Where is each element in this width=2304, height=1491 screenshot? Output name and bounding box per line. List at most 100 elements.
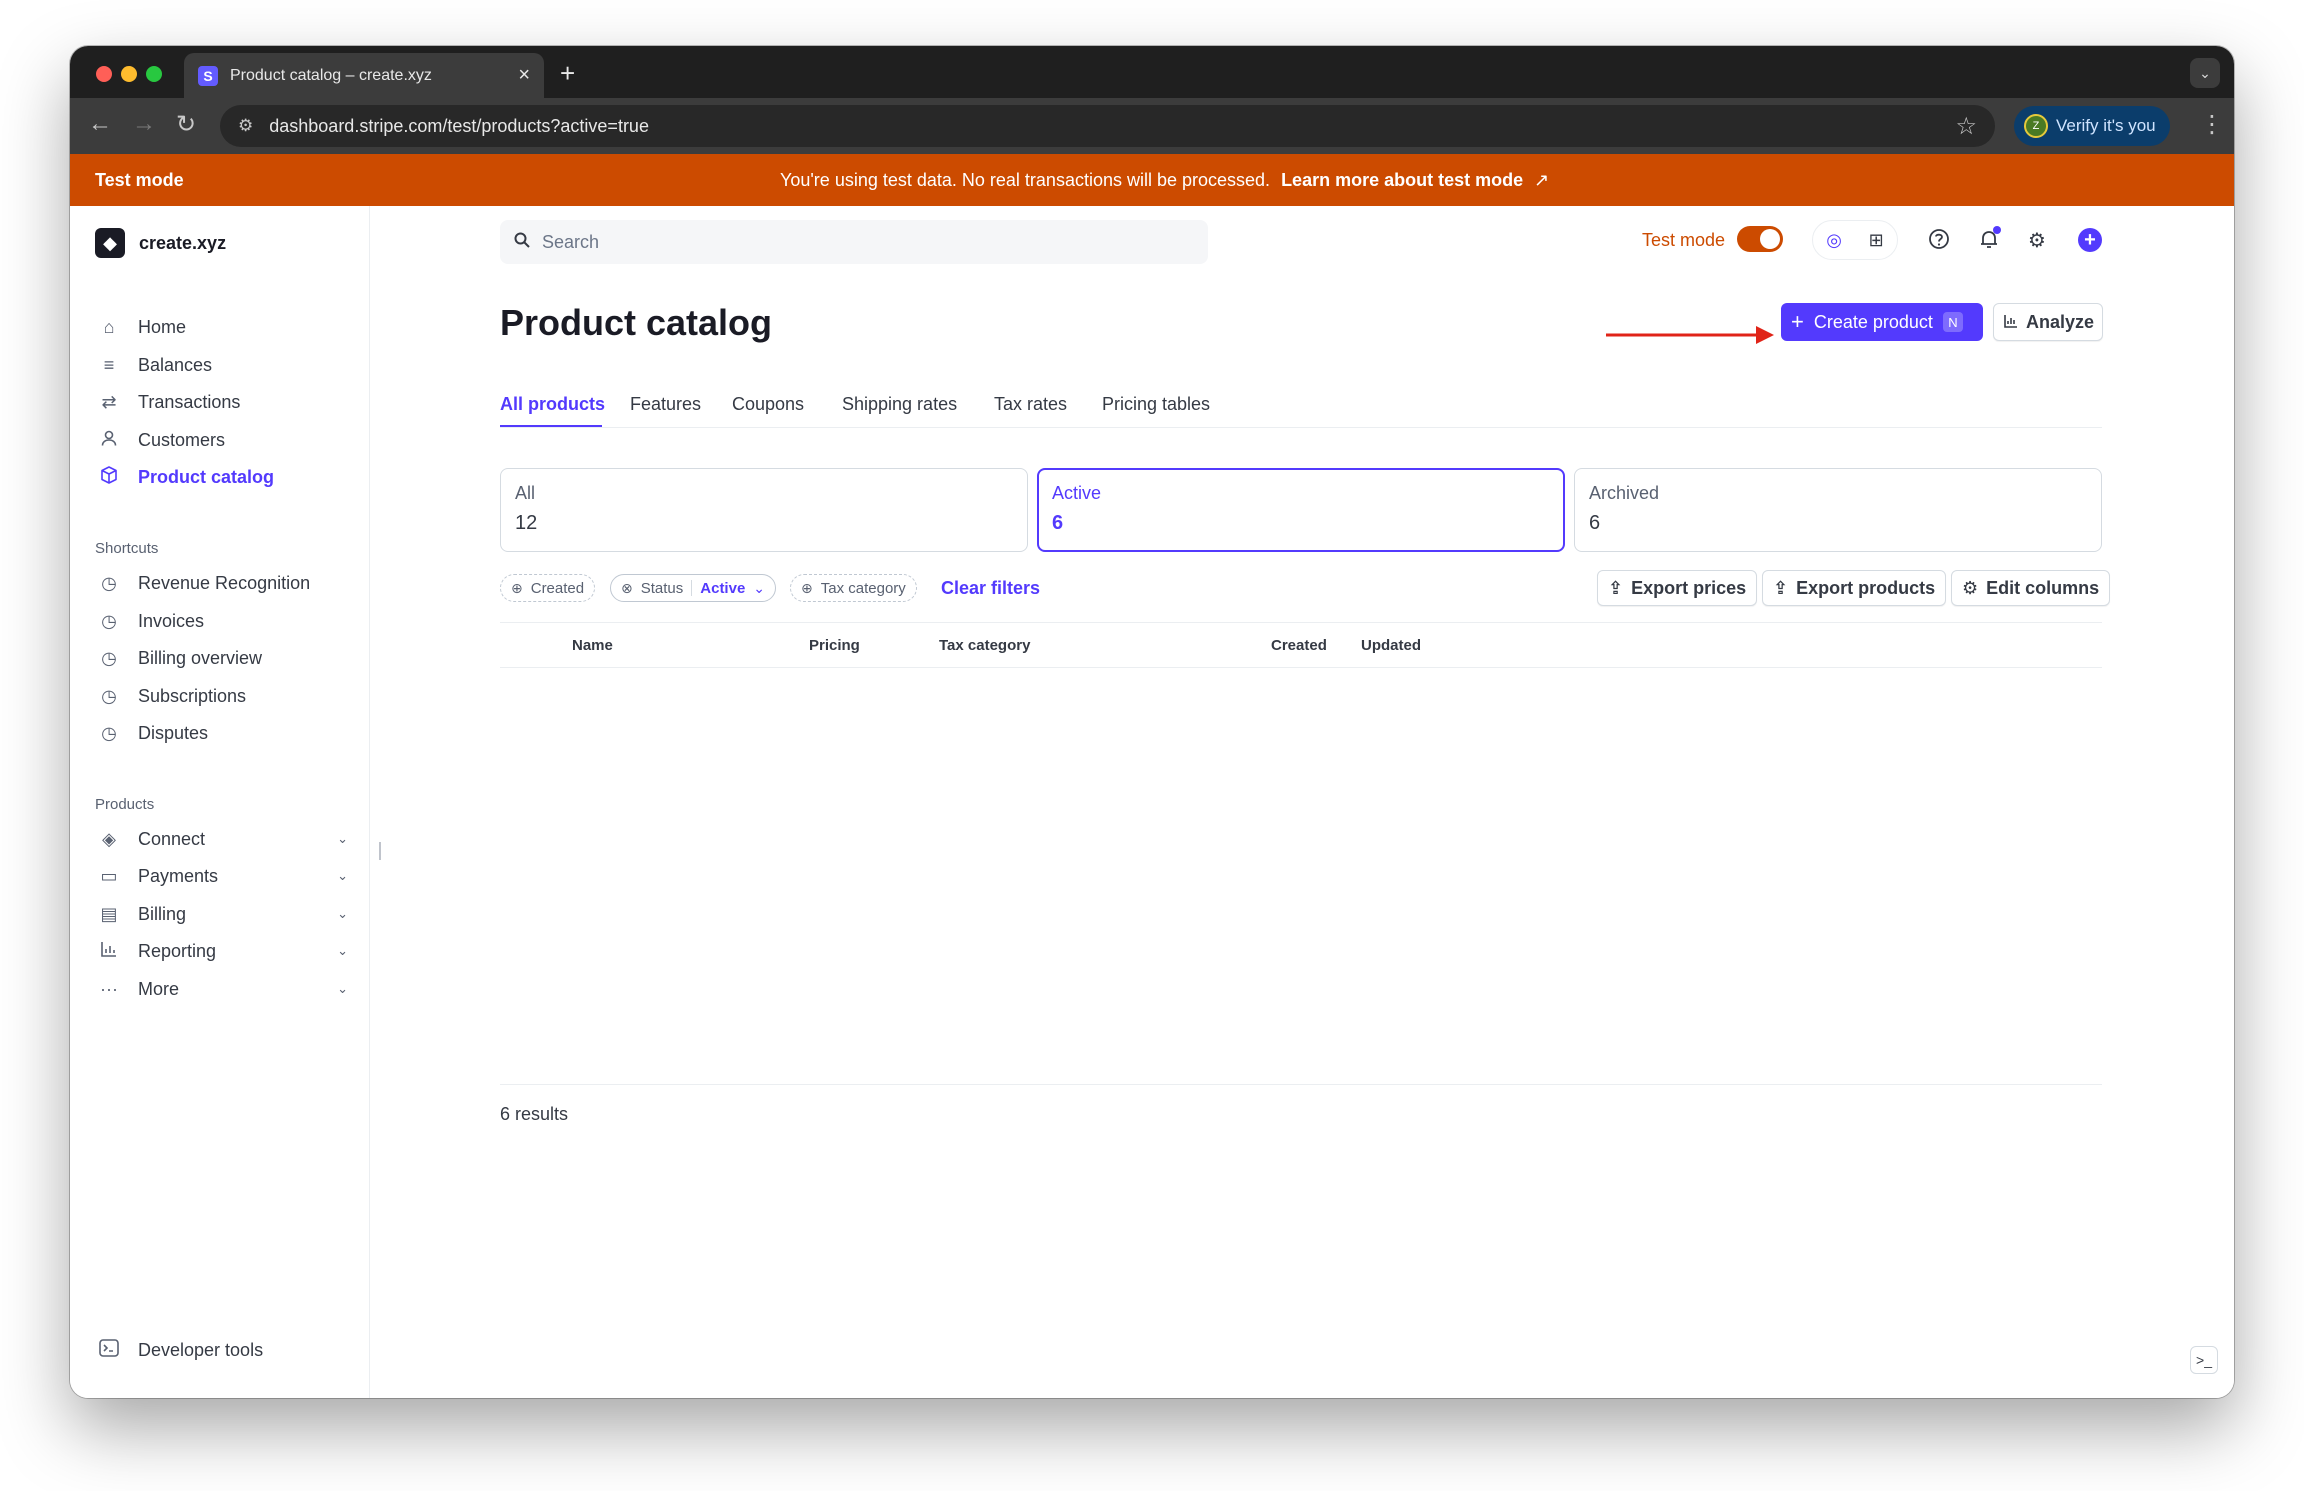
remove-filter-icon[interactable]: ⊗ — [621, 580, 633, 597]
sidebar-item-product-catalog[interactable]: Product catalog — [98, 462, 274, 492]
sidebar-item-developer-tools[interactable]: Developer tools — [98, 1335, 263, 1365]
reporting-icon — [98, 940, 120, 963]
account-switcher[interactable]: ◆ create.xyz — [95, 228, 226, 258]
export-products-button[interactable]: ⇪ Export products — [1762, 570, 1947, 606]
filter-status[interactable]: ⊗ Status Active ⌄ — [610, 574, 777, 602]
edit-columns-button[interactable]: ⚙ Edit columns — [1951, 570, 2111, 606]
clock-icon: ◷ — [101, 572, 117, 593]
chevron-down-icon[interactable]: ⌄ — [337, 831, 348, 847]
card-label: All — [515, 483, 536, 503]
new-tab-icon[interactable]: + — [560, 58, 575, 89]
maximize-window-button[interactable] — [146, 66, 162, 82]
profile-verify-button[interactable]: Z Verify it's you — [2014, 106, 2170, 146]
card-count: 12 — [515, 512, 538, 534]
sidebar-resize-handle[interactable] — [379, 842, 381, 860]
analyze-button[interactable]: Analyze — [1993, 303, 2103, 341]
product-icon — [98, 465, 120, 490]
sidebar-item-home[interactable]: ⌂ Home — [98, 312, 186, 342]
settings-gear-icon[interactable]: ⚙ — [2028, 228, 2046, 253]
url-text[interactable]: dashboard.stripe.com/test/products?activ… — [269, 116, 1939, 137]
profile-avatar: Z — [2024, 114, 2048, 138]
filter-tax-category[interactable]: ⊕ Tax category — [790, 574, 917, 602]
assistant-apps-pill[interactable]: ◎ ⊞ — [1812, 220, 1898, 260]
create-new-plus-icon[interactable]: + — [2078, 228, 2102, 252]
browser-tab[interactable]: S Product catalog – create.xyz × — [184, 53, 544, 98]
search-icon — [514, 232, 530, 253]
tab-tax-rates[interactable]: Tax rates — [994, 394, 1067, 415]
card-label: Active — [1052, 483, 1102, 503]
annotation-arrow-icon — [1606, 326, 1774, 344]
export-prices-button[interactable]: ⇪ Export prices — [1597, 570, 1758, 606]
column-header-pricing[interactable]: Pricing — [809, 637, 860, 654]
sidebar-item-label: Connect — [138, 828, 206, 849]
count-card-all[interactable]: All 12 — [500, 468, 1028, 552]
filter-separator — [691, 580, 693, 596]
browser-toolbar: ← → ↻ ⚙ dashboard.stripe.com/test/produc… — [70, 98, 2234, 154]
search-input[interactable]: Search — [500, 220, 1208, 264]
sidebar-item-reporting[interactable]: Reporting ⌄ — [98, 936, 348, 966]
count-card-active[interactable]: Active 6 — [1037, 468, 1565, 552]
sidebar-item-label: Payments — [138, 865, 219, 886]
column-header-updated[interactable]: Updated — [1361, 637, 1421, 654]
close-window-button[interactable] — [96, 66, 112, 82]
card-count: 6 — [1589, 512, 1601, 534]
tab-features[interactable]: Features — [630, 394, 701, 415]
chevron-down-icon[interactable]: ⌄ — [337, 981, 348, 997]
filter-value: Active — [700, 579, 746, 597]
shortcut-invoices[interactable]: ◷ Invoices — [98, 606, 204, 636]
shortcut-revenue-recognition[interactable]: ◷ Revenue Recognition — [98, 568, 310, 598]
tab-shipping-rates[interactable]: Shipping rates — [842, 394, 957, 415]
close-tab-icon[interactable]: × — [518, 64, 530, 87]
test-mode-label: Test mode — [1642, 230, 1726, 250]
shortcut-disputes[interactable]: ◷ Disputes — [98, 718, 208, 748]
filter-created[interactable]: ⊕ Created — [500, 574, 596, 602]
sidebar-item-more[interactable]: ··· More ⌄ — [98, 974, 348, 1004]
more-icon: ··· — [100, 978, 118, 999]
shell-console-icon[interactable]: >_ — [2190, 1346, 2218, 1374]
tab-all-products[interactable]: All products — [500, 394, 605, 415]
assistant-icon[interactable]: ◎ — [1826, 230, 1842, 251]
chevron-down-icon[interactable]: ⌄ — [337, 943, 348, 959]
create-product-button[interactable]: + Create product N — [1781, 303, 1983, 341]
address-bar[interactable]: ⚙ dashboard.stripe.com/test/products?act… — [220, 105, 1995, 147]
shortcut-subscriptions[interactable]: ◷ Subscriptions — [98, 681, 246, 711]
banner-test-mode-label: Test mode — [95, 169, 184, 190]
site-info-icon[interactable]: ⚙ — [238, 116, 253, 136]
sidebar-item-balances[interactable]: ≡ Balances — [98, 350, 212, 380]
help-icon[interactable] — [1928, 228, 1950, 256]
tab-pricing-tables[interactable]: Pricing tables — [1102, 394, 1210, 415]
sidebar-item-connect[interactable]: ◈ Connect ⌄ — [98, 824, 348, 854]
column-header-created[interactable]: Created — [1271, 637, 1327, 654]
test-mode-toggle[interactable] — [1737, 226, 1783, 252]
chevron-down-icon[interactable]: ⌄ — [337, 868, 348, 884]
active-tab-indicator — [500, 425, 602, 427]
export-products-label: Export products — [1796, 577, 1936, 598]
shortcut-label: Subscriptions — [138, 685, 247, 706]
filter-label: Created — [530, 579, 585, 597]
reload-icon[interactable]: ↻ — [176, 110, 196, 139]
balances-icon: ≡ — [103, 354, 115, 375]
transactions-icon: ⇄ — [101, 391, 117, 412]
sidebar-item-customers[interactable]: Customers — [98, 425, 225, 455]
forward-arrow-icon[interactable]: → — [132, 110, 156, 138]
chevron-down-icon[interactable]: ⌄ — [337, 906, 348, 922]
export-prices-label: Export prices — [1631, 577, 1747, 598]
shortcut-label: Billing overview — [138, 647, 263, 668]
column-header-name[interactable]: Name — [572, 637, 613, 654]
apps-icon[interactable]: ⊞ — [1869, 230, 1884, 251]
column-header-tax-category[interactable]: Tax category — [939, 637, 1030, 654]
learn-more-link[interactable]: Learn more about test mode — [1281, 170, 1523, 190]
sidebar-item-transactions[interactable]: ⇄ Transactions — [98, 387, 240, 417]
shortcut-billing-overview[interactable]: ◷ Billing overview — [98, 643, 262, 673]
minimize-window-button[interactable] — [121, 66, 137, 82]
external-link-icon[interactable]: ↗ — [1534, 170, 1549, 190]
sidebar-item-payments[interactable]: ▭ Payments ⌄ — [98, 861, 348, 891]
bookmark-star-icon[interactable]: ☆ — [1955, 112, 1977, 141]
tab-coupons[interactable]: Coupons — [732, 394, 804, 415]
count-card-archived[interactable]: Archived 6 — [1574, 468, 2102, 552]
tab-search-chevron-icon[interactable]: ⌄ — [2190, 58, 2220, 88]
sidebar-item-billing[interactable]: ▤ Billing ⌄ — [98, 899, 348, 929]
back-arrow-icon[interactable]: ← — [88, 110, 112, 138]
clear-filters-link[interactable]: Clear filters — [941, 578, 1040, 599]
browser-menu-icon[interactable]: ⋮ — [2200, 110, 2224, 139]
